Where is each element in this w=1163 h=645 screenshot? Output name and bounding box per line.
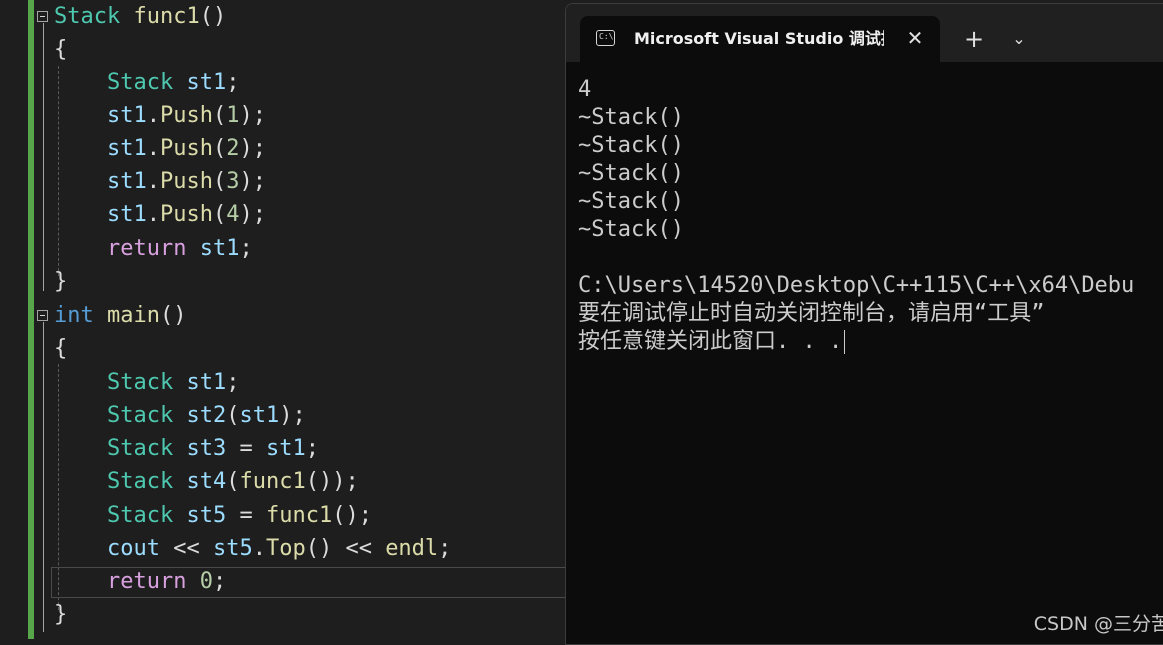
- prompt-text: 按任意键关闭此窗口. . .: [578, 329, 843, 354]
- code-line[interactable]: st1.Push(3);: [54, 165, 266, 198]
- console-output[interactable]: 4 ~Stack() ~Stack() ~Stack() ~Stack() ~S…: [578, 76, 1163, 356]
- output-line: ~Stack(): [578, 161, 684, 186]
- fold-line-main: [43, 322, 44, 632]
- collapse-main-icon[interactable]: [37, 310, 48, 321]
- code-line[interactable]: Stack func1(): [54, 0, 226, 33]
- fold-line-func1: [43, 23, 44, 291]
- new-tab-button[interactable]: +: [959, 24, 989, 54]
- code-line[interactable]: st1.Push(2);: [54, 132, 266, 165]
- code-line[interactable]: {: [54, 33, 67, 66]
- output-line: ~Stack(): [578, 189, 684, 214]
- close-tab-icon[interactable]: ✕: [902, 25, 928, 51]
- output-line: ~Stack(): [578, 217, 684, 242]
- code-line[interactable]: Stack st4(func1());: [54, 465, 359, 498]
- code-line[interactable]: }: [54, 598, 67, 631]
- output-line: 4: [578, 77, 592, 102]
- output-line: C:\Users\14520\Desktop\C++115\C++\x64\De…: [578, 273, 1135, 298]
- code-line[interactable]: st1.Push(4);: [54, 198, 266, 231]
- code-line[interactable]: Stack st1;: [54, 66, 239, 99]
- collapse-func1-icon[interactable]: [37, 11, 48, 22]
- code-line[interactable]: Stack st3 = st1;: [54, 432, 319, 465]
- terminal-tab[interactable]: C:\ Microsoft Visual Studio 调试控 ✕: [580, 16, 940, 62]
- code-line[interactable]: cout << st5.Top() << endl;: [54, 532, 451, 565]
- output-line: ~Stack(): [578, 133, 684, 158]
- code-line[interactable]: st1.Push(1);: [54, 99, 266, 132]
- console-icon: C:\: [596, 30, 615, 46]
- output-line-prompt: 按任意键关闭此窗口. . .: [578, 328, 1163, 356]
- terminal-window[interactable]: C:\ Microsoft Visual Studio 调试控 ✕ + ⌄ 4 …: [565, 3, 1163, 645]
- change-indicator-bar: [28, 0, 34, 639]
- tab-title: Microsoft Visual Studio 调试控: [634, 29, 884, 48]
- code-line[interactable]: return st1;: [54, 232, 253, 265]
- code-line[interactable]: {: [54, 332, 67, 365]
- output-line: 要在调试停止时自动关闭控制台，请启用“工具”: [578, 301, 1045, 326]
- code-line[interactable]: }: [54, 265, 67, 298]
- watermark: CSDN @三分苦: [1033, 613, 1163, 635]
- code-line[interactable]: Stack st2(st1);: [54, 399, 306, 432]
- code-editor[interactable]: Stack func1() { Stack st1; st1.Push(1); …: [0, 0, 565, 639]
- terminal-titlebar[interactable]: C:\ Microsoft Visual Studio 调试控 ✕ + ⌄: [566, 4, 1163, 62]
- code-line[interactable]: int main(): [54, 299, 186, 332]
- chevron-down-icon[interactable]: ⌄: [1004, 24, 1034, 54]
- text-cursor: [844, 330, 846, 354]
- code-line[interactable]: Stack st1;: [54, 366, 239, 399]
- code-line[interactable]: Stack st5 = func1();: [54, 499, 372, 532]
- code-line[interactable]: return 0;: [54, 565, 226, 598]
- output-line: ~Stack(): [578, 105, 684, 130]
